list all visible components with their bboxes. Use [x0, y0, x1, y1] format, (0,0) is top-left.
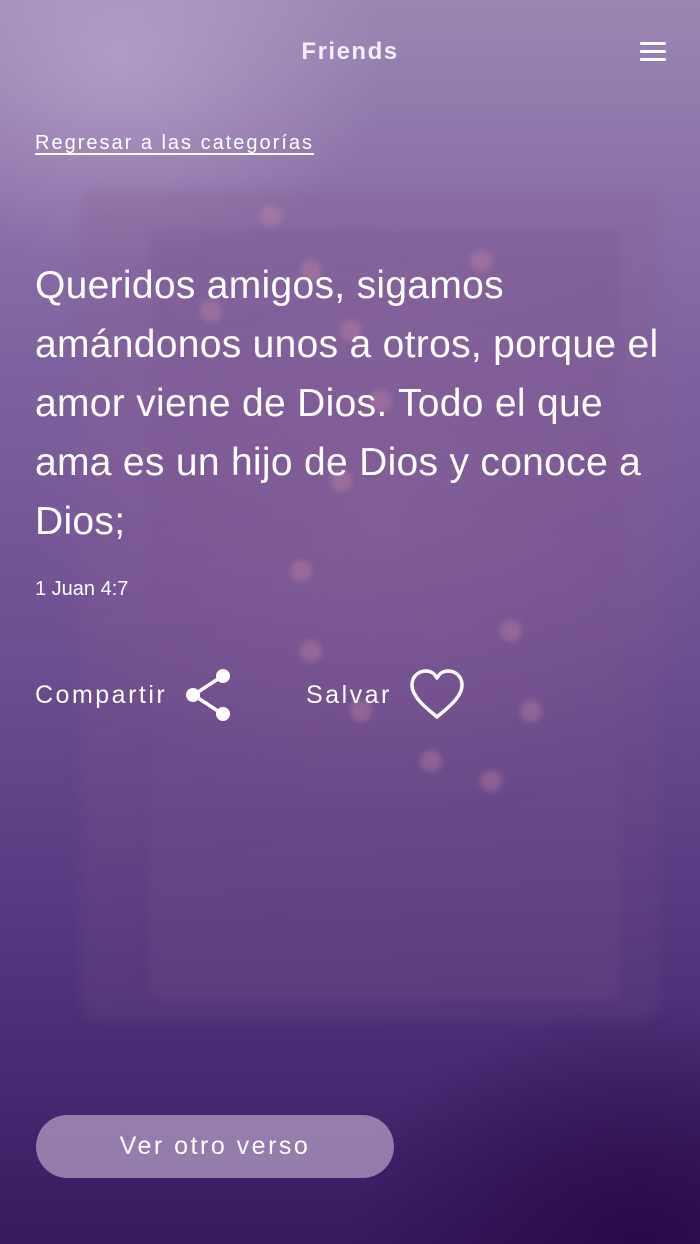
heart-icon [408, 667, 466, 723]
menu-line [640, 50, 666, 53]
background-bead [300, 640, 322, 662]
menu-line [640, 58, 666, 61]
background-bead [290, 560, 312, 582]
background-bead [500, 620, 522, 642]
background-bead [520, 700, 542, 722]
save-label: Salvar [306, 680, 392, 709]
verse-text: Queridos amigos, sigamos amándonos unos … [35, 264, 659, 543]
next-verse-button[interactable]: Ver otro verso [36, 1115, 394, 1178]
background-bead [480, 770, 502, 792]
verse-screen: Friends Regresar a las categorías Querid… [0, 0, 700, 1244]
back-to-categories-link[interactable]: Regresar a las categorías [35, 132, 314, 155]
background-bead [260, 205, 282, 227]
app-title: Friends [301, 38, 399, 65]
verse-reference: 1 Juan 4:7 [35, 578, 129, 600]
top-bar: Friends [0, 0, 700, 104]
background-bead [420, 750, 442, 772]
hamburger-menu-icon[interactable] [636, 38, 670, 66]
save-button[interactable]: Salvar [306, 665, 466, 725]
share-button[interactable]: Compartir [35, 665, 235, 725]
menu-line [640, 42, 666, 45]
share-label: Compartir [35, 680, 168, 709]
share-icon [183, 667, 235, 723]
